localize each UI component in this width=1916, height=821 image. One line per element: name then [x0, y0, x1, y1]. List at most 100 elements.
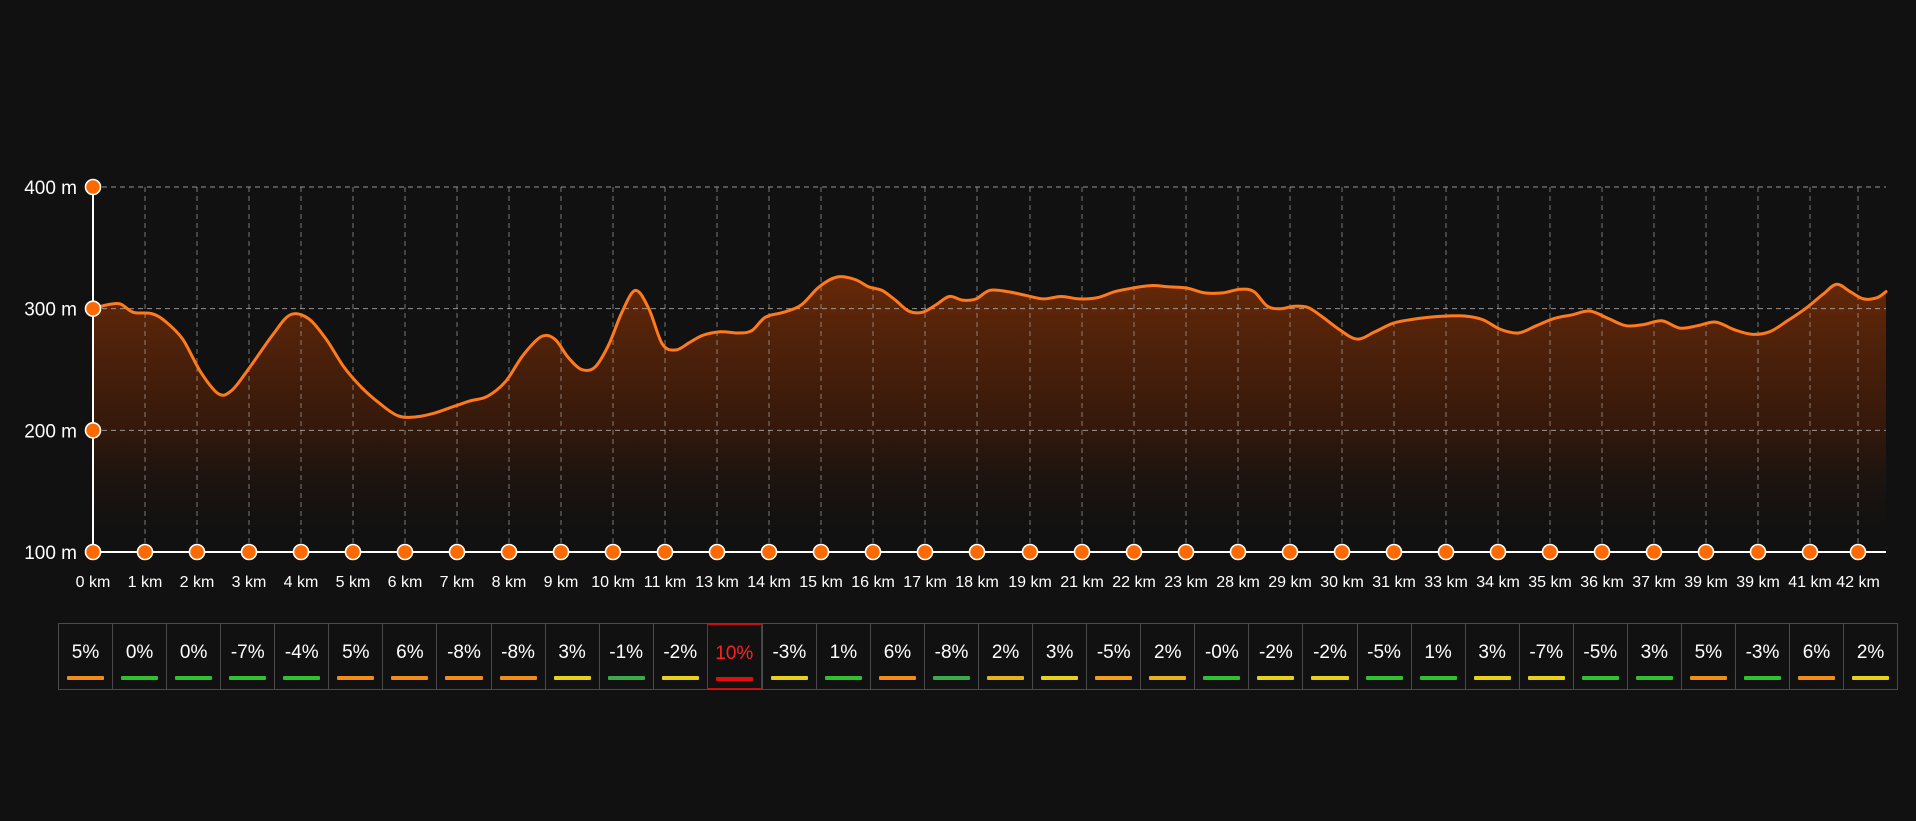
x-tick-marker	[500, 543, 518, 561]
grade-value: 2%	[1856, 642, 1885, 663]
grade-cell: 2%	[1140, 624, 1194, 689]
grade-color-bar	[1365, 676, 1403, 680]
grade-value: 3%	[558, 642, 586, 663]
grade-value: -0%	[1204, 642, 1239, 663]
x-tick-label: 33 km	[1424, 574, 1468, 591]
grade-value: 5%	[1694, 642, 1723, 663]
x-tick-marker	[1541, 543, 1559, 561]
x-tick-marker	[1125, 543, 1143, 561]
grade-cell: -4%	[274, 624, 328, 689]
x-tick-label: 1 km	[128, 574, 163, 591]
grade-color-bar	[1527, 676, 1565, 680]
grade-cell: -7%	[1518, 624, 1573, 689]
grade-value: 3%	[1640, 642, 1669, 663]
grade-value: -2%	[663, 642, 698, 663]
y-tick-label: 200 m	[24, 421, 77, 442]
x-tick-label: 3 km	[232, 574, 267, 591]
grade-color-bar	[824, 676, 862, 680]
grade-color-bar	[1419, 676, 1457, 680]
grade-cell: 3%	[544, 624, 599, 689]
grade-value: 6%	[1802, 642, 1831, 663]
x-tick-marker	[760, 543, 778, 561]
grade-value: 0%	[179, 642, 208, 663]
grade-color-bar	[1635, 676, 1673, 680]
grade-value: 10%	[715, 643, 754, 664]
grade-value: 1%	[829, 642, 858, 663]
grade-cell: -8%	[436, 624, 490, 689]
x-tick-marker	[1437, 543, 1455, 561]
grade-cell: 3%	[1464, 624, 1519, 689]
grade-color-bar	[987, 676, 1025, 680]
grade-color-bar	[715, 677, 753, 681]
x-tick-marker	[812, 543, 830, 561]
y-tick-label: 100 m	[24, 543, 77, 564]
x-tick-label: 34 km	[1476, 574, 1520, 591]
x-tick-label: 14 km	[747, 574, 791, 591]
grade-value: 6%	[396, 642, 424, 663]
grade-cell: 5%	[58, 624, 112, 689]
grade-color-bar	[933, 676, 971, 680]
y-tick-marker	[84, 543, 102, 561]
grade-cell: -2%	[1302, 624, 1356, 689]
x-tick-label: 18 km	[955, 574, 999, 591]
x-tick-label: 35 km	[1528, 574, 1572, 591]
grade-value: -1%	[609, 642, 644, 663]
x-tick-label: 30 km	[1320, 574, 1364, 591]
grade-color-bar	[283, 676, 321, 680]
grade-color-bar	[1743, 676, 1781, 680]
x-tick-marker	[1073, 543, 1091, 561]
grade-value: -8%	[501, 642, 535, 663]
grade-value: 1%	[1424, 642, 1452, 663]
x-tick-marker	[1593, 543, 1611, 561]
grade-color-bar	[607, 676, 645, 680]
grade-cell: 1%	[815, 624, 870, 689]
grade-cell: -5%	[1086, 624, 1140, 689]
x-tick-marker	[1385, 543, 1403, 561]
grade-value: -4%	[284, 642, 319, 663]
elevation-area	[93, 276, 1886, 552]
x-tick-label: 31 km	[1372, 574, 1416, 591]
x-tick-marker	[448, 543, 466, 561]
x-tick-marker	[864, 543, 882, 561]
x-tick-marker	[708, 543, 726, 561]
grade-value: 2%	[1154, 642, 1182, 663]
grade-color-bar	[1311, 676, 1349, 680]
grade-color-bar	[1203, 676, 1241, 680]
x-tick-marker	[916, 543, 934, 561]
x-tick-marker	[968, 543, 986, 561]
x-tick-marker	[292, 543, 310, 561]
y-tick-label: 300 m	[24, 300, 77, 321]
grade-cell: -2%	[652, 624, 707, 689]
grade-color-bar	[67, 676, 105, 680]
grade-strip: 5% 0% 0% -7% -4% 5% 6% -8% -8% 3% -1% -2% 10% -3% 1% 6%…	[58, 623, 1899, 690]
grade-value: -7%	[1529, 642, 1564, 663]
grade-value: 3%	[1045, 642, 1074, 663]
grade-cell: -5%	[1572, 624, 1627, 689]
x-tick-marker	[656, 543, 674, 561]
x-tick-label: 15 km	[799, 574, 843, 591]
grade-color-bar	[1581, 676, 1619, 680]
x-tick-label: 16 km	[851, 574, 895, 591]
grade-cell: 3%	[1626, 624, 1681, 689]
grade-color-bar	[445, 676, 483, 680]
grade-value: 2%	[991, 642, 1020, 663]
x-tick-marker	[1749, 543, 1767, 561]
grade-value: -5%	[1367, 642, 1401, 663]
x-tick-label: 23 km	[1164, 574, 1208, 591]
grade-cell: 0%	[166, 624, 220, 689]
grade-color-bar	[499, 676, 537, 680]
elevation-area-layer	[93, 276, 1886, 552]
x-tick-label: 10 km	[591, 574, 635, 591]
grade-value: -3%	[772, 642, 807, 663]
x-tick-marker	[1489, 543, 1507, 561]
x-tick-label: 0 km	[76, 574, 111, 591]
grade-cell: 2%	[978, 624, 1032, 689]
x-tick-label: 17 km	[903, 574, 947, 591]
grade-cell: 10%	[706, 624, 762, 689]
grade-cell: -0%	[1194, 624, 1248, 689]
x-tick-label: 29 km	[1268, 574, 1312, 591]
x-tick-label: 36 km	[1580, 574, 1624, 591]
grade-color-bar	[1095, 676, 1133, 680]
x-tick-label: 37 km	[1632, 574, 1676, 591]
y-tick-marker	[84, 300, 102, 317]
